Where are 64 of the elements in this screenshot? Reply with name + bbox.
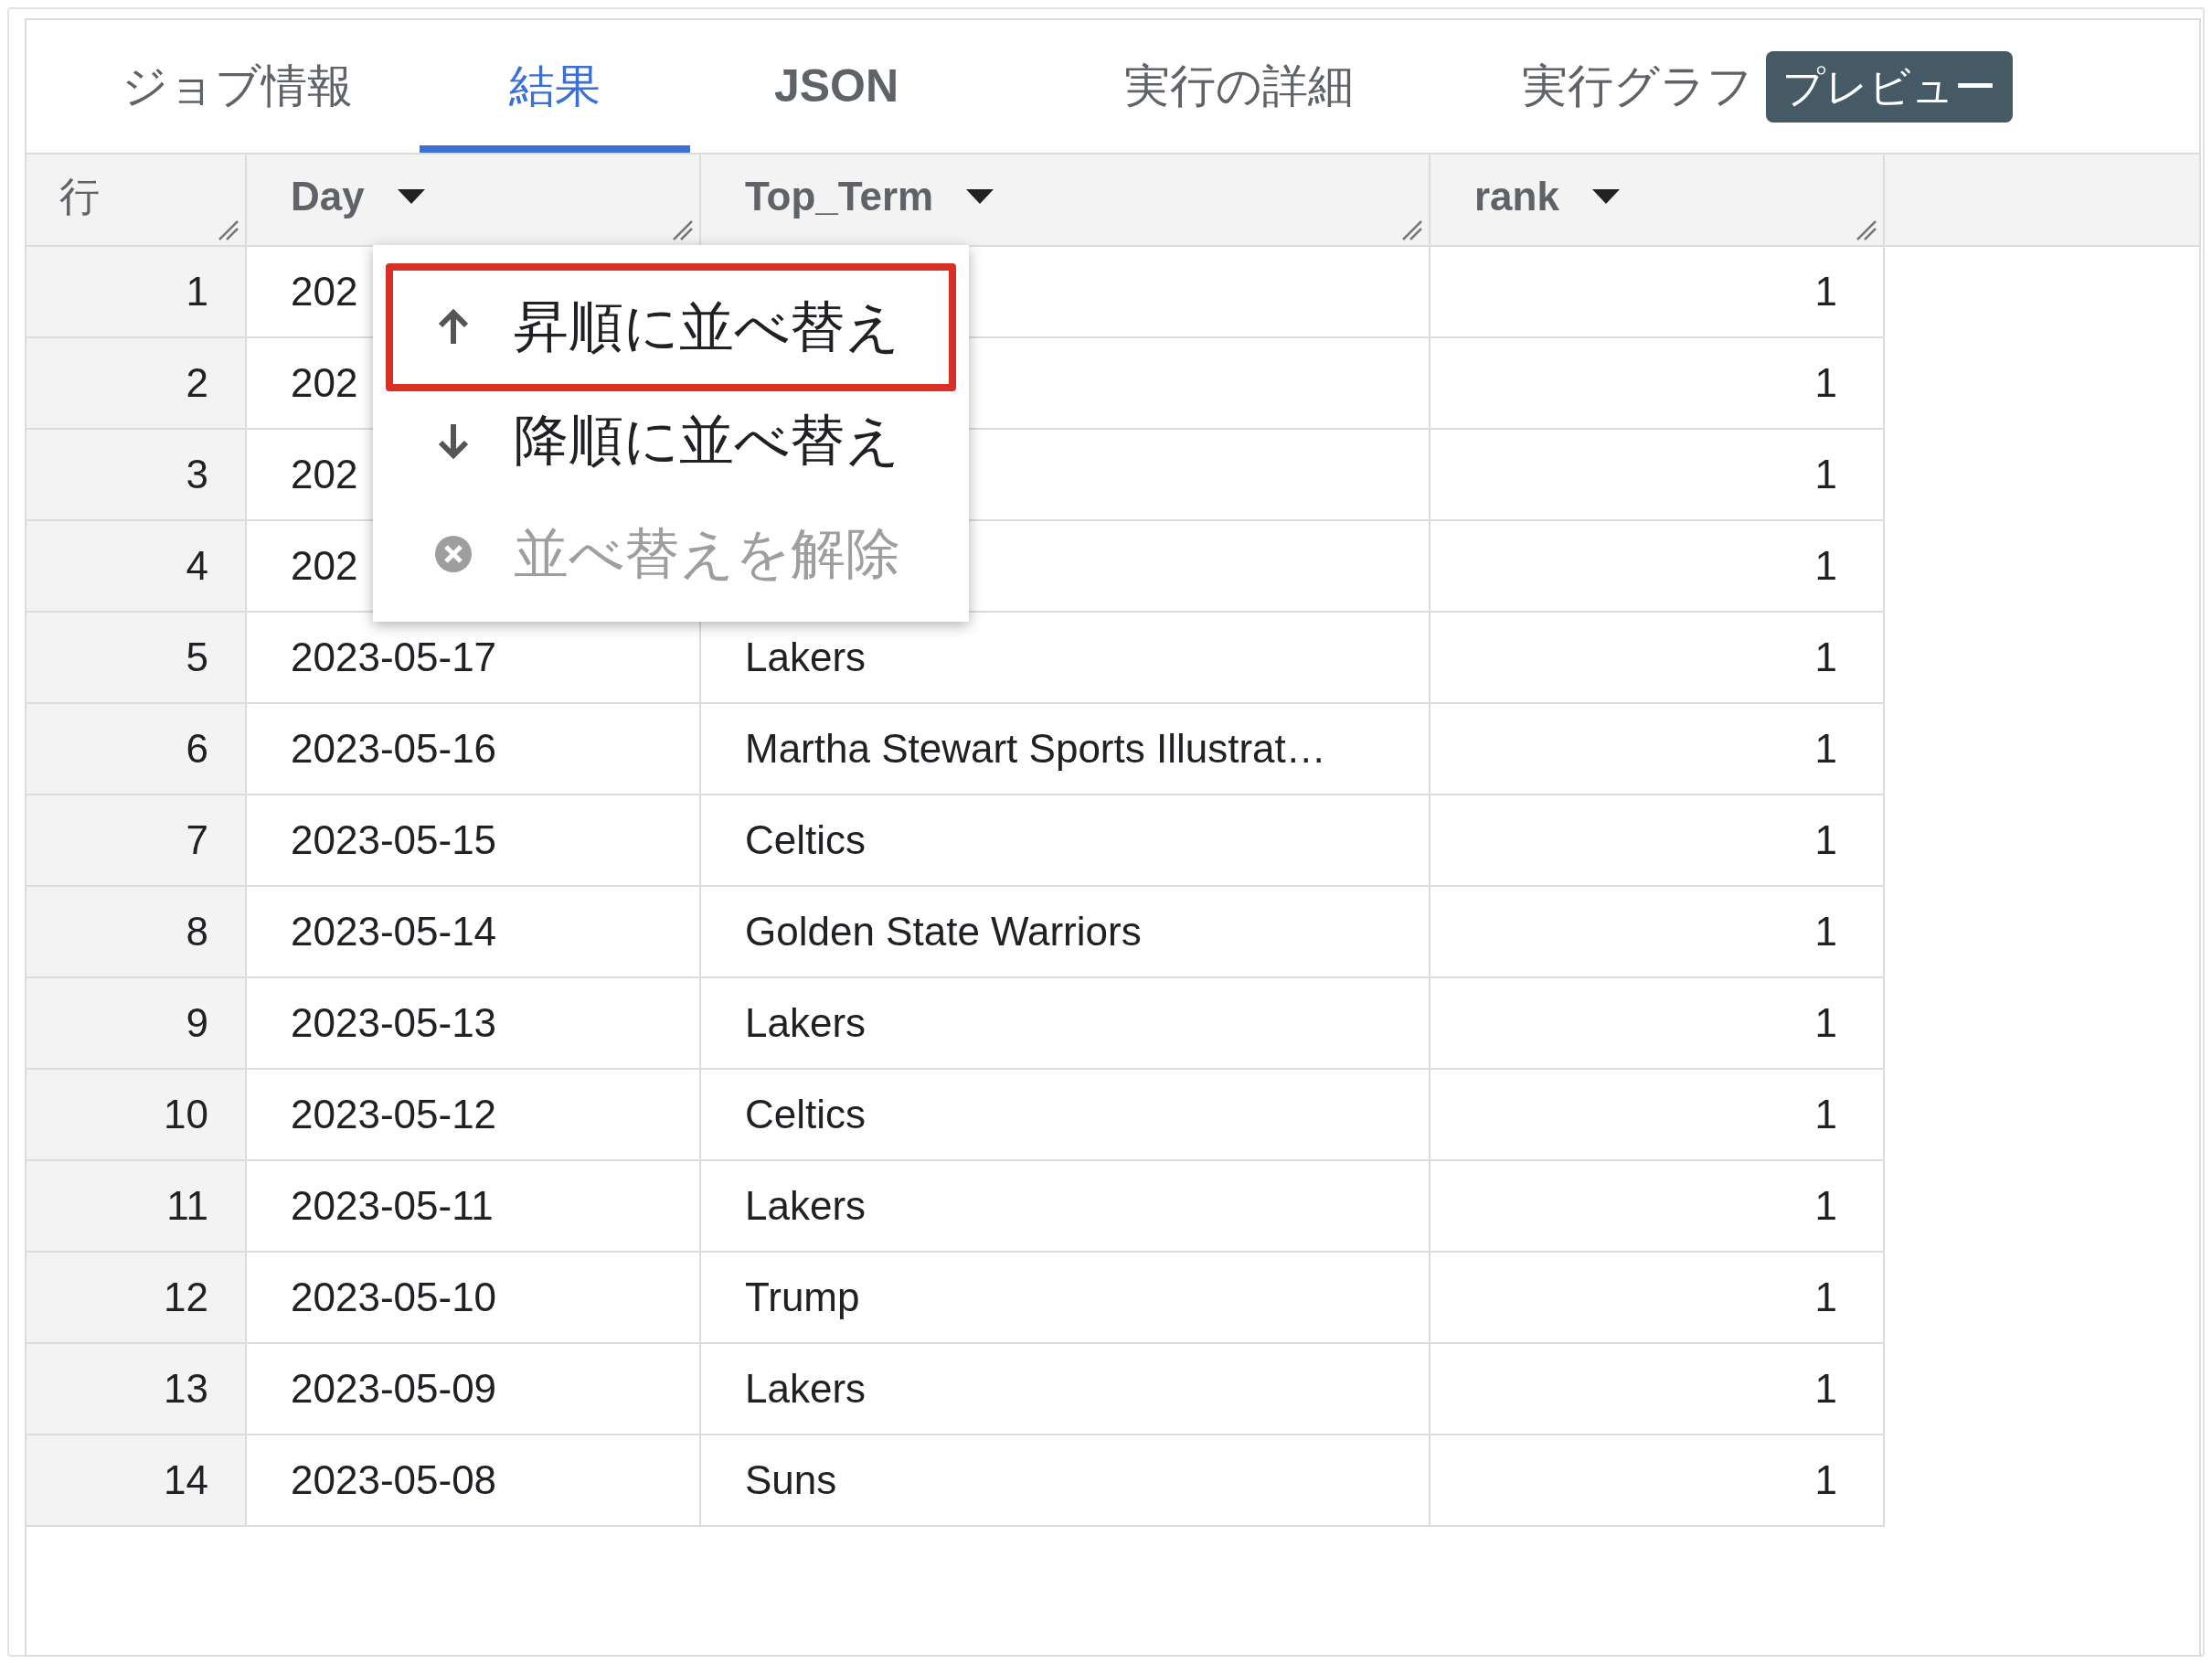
table-cell: 2023-05-08 xyxy=(247,1435,701,1527)
row-number: 12 xyxy=(27,1253,247,1344)
table-cell: 2023-05-09 xyxy=(247,1344,701,1435)
table-cell: 1 xyxy=(1430,430,1885,521)
table-cell: Lakers xyxy=(701,978,1430,1070)
table-cell: 1 xyxy=(1430,521,1885,613)
table-cell: 1 xyxy=(1430,1344,1885,1435)
table-cell: 2023-05-12 xyxy=(247,1070,701,1161)
table-cell: 1 xyxy=(1430,795,1885,887)
preview-badge: プレビュー xyxy=(1766,50,2013,123)
table-cell: Celtics xyxy=(701,1070,1430,1161)
table-cell: 2023-05-11 xyxy=(247,1161,701,1253)
row-number: 8 xyxy=(27,887,247,978)
resize-handle-icon[interactable] xyxy=(218,219,239,241)
row-number: 2 xyxy=(27,338,247,430)
row-number: 10 xyxy=(27,1070,247,1161)
table-cell: 1 xyxy=(1430,338,1885,430)
resize-handle-icon[interactable] xyxy=(672,219,694,241)
tab[interactable]: ジョブ情報 xyxy=(54,20,420,153)
table-cell: 1 xyxy=(1430,704,1885,795)
table-cell: Trump xyxy=(701,1253,1430,1344)
column-header: 行 xyxy=(59,172,100,220)
row-number: 1 xyxy=(27,247,247,338)
table-cell: Golden State Warriors xyxy=(701,887,1430,978)
column-header: rank xyxy=(1474,172,1559,220)
table-cell: 2023-05-15 xyxy=(247,795,701,887)
resize-handle-icon[interactable] xyxy=(1401,219,1423,241)
menu-item[interactable]: 昇順に並べ替え xyxy=(386,263,956,391)
table-cell: 1 xyxy=(1430,1070,1885,1161)
column-header: Day xyxy=(291,172,365,220)
row-number: 9 xyxy=(27,978,247,1070)
table-cell: 1 xyxy=(1430,613,1885,704)
table-cell: 2023-05-13 xyxy=(247,978,701,1070)
row-number: 6 xyxy=(27,704,247,795)
row-number: 11 xyxy=(27,1161,247,1253)
tab[interactable]: 実行の詳細 xyxy=(983,20,1494,153)
table-cell: Suns xyxy=(701,1435,1430,1527)
dropdown-caret-icon[interactable] xyxy=(966,188,994,204)
table-cell: 2023-05-10 xyxy=(247,1253,701,1344)
table-cell: 1 xyxy=(1430,1161,1885,1253)
table-cell: 2023-05-16 xyxy=(247,704,701,795)
dropdown-caret-icon[interactable] xyxy=(1591,188,1620,204)
row-number: 3 xyxy=(27,430,247,521)
table-cell: 1 xyxy=(1430,247,1885,338)
row-number: 4 xyxy=(27,521,247,613)
resize-handle-icon[interactable] xyxy=(1856,219,1877,241)
dropdown-caret-icon[interactable] xyxy=(397,188,425,204)
table-cell: 1 xyxy=(1430,1253,1885,1344)
row-number: 13 xyxy=(27,1344,247,1435)
table-cell: 2023-05-14 xyxy=(247,887,701,978)
row-number: 5 xyxy=(27,613,247,704)
clear-icon xyxy=(433,534,473,574)
table-cell: Lakers xyxy=(701,1161,1430,1253)
table-cell: 1 xyxy=(1430,978,1885,1070)
row-number: 7 xyxy=(27,795,247,887)
column-header: Top_Term xyxy=(745,172,934,220)
table-cell: Martha Stewart Sports Illustrat… xyxy=(701,704,1430,795)
table-cell: Lakers xyxy=(701,1344,1430,1435)
table-cell: Celtics xyxy=(701,795,1430,887)
table-cell: 1 xyxy=(1430,887,1885,978)
tab[interactable]: 実行グラフ xyxy=(1494,20,1753,153)
tab[interactable]: JSON xyxy=(690,20,983,153)
table-cell: 1 xyxy=(1430,1435,1885,1527)
row-number: 14 xyxy=(27,1435,247,1527)
